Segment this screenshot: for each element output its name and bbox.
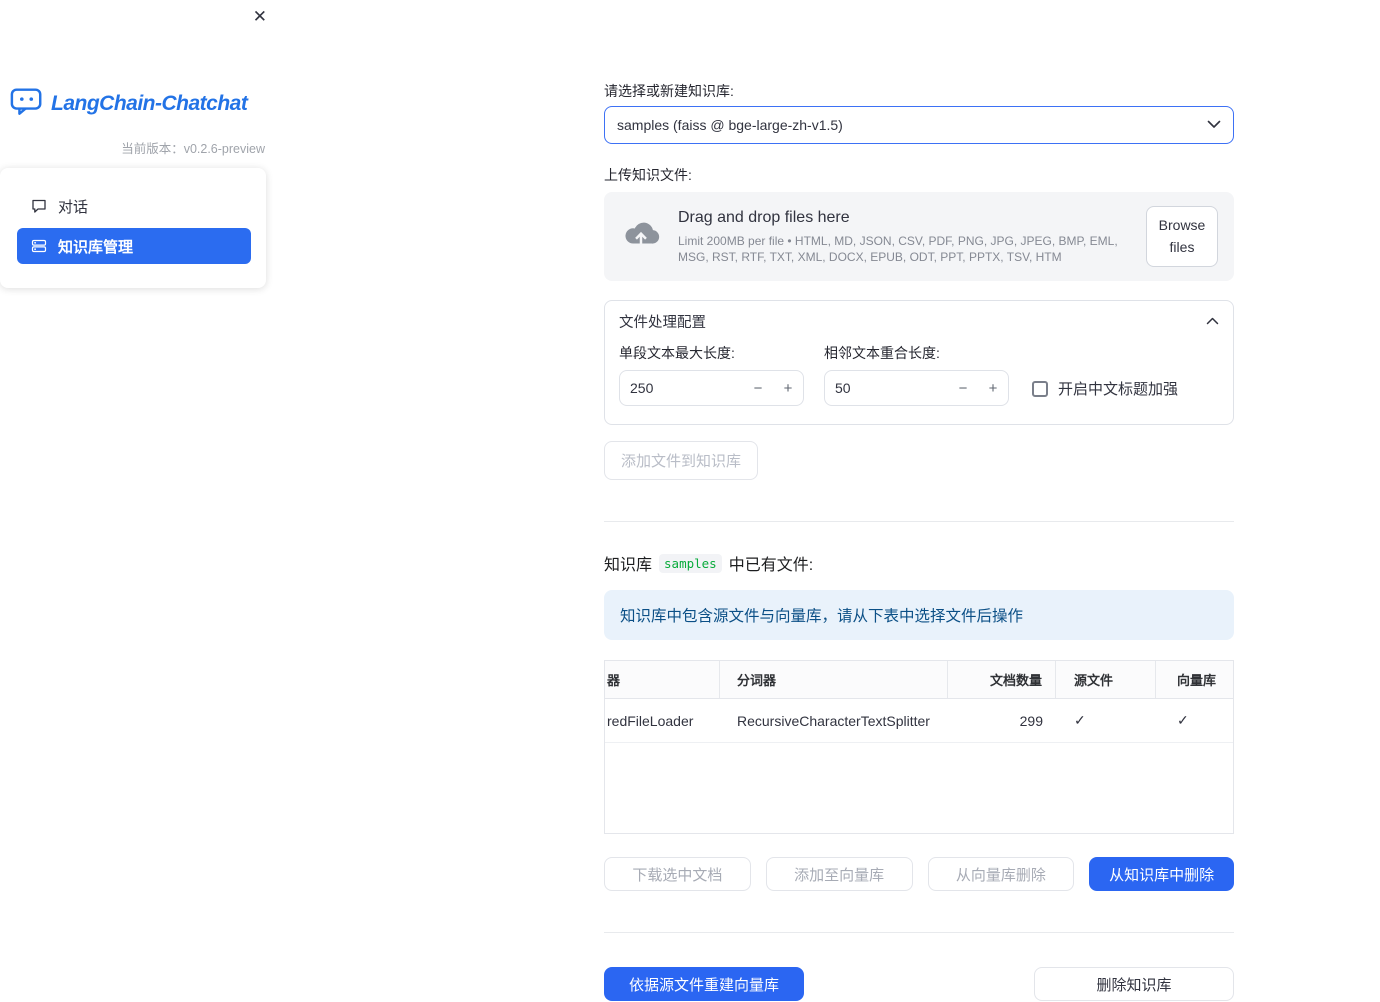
upload-label: 上传知识文件: — [604, 167, 692, 183]
max-length-value[interactable] — [620, 380, 743, 397]
column-header-docs-count[interactable]: 文档数量 — [948, 661, 1056, 699]
chevron-down-icon — [1207, 116, 1221, 134]
decrement-button[interactable]: − — [948, 380, 978, 397]
cell-splitter: RecursiveCharacterTextSplitter — [737, 712, 930, 729]
kb-action-buttons: 依据源文件重建向量库 删除知识库 — [604, 967, 1234, 1002]
column-header-splitter[interactable]: 分词器 — [720, 661, 948, 699]
cell-vector-check: ✓ — [1177, 712, 1189, 729]
dropzone-text: Drag and drop files here Limit 200MB per… — [678, 209, 1134, 265]
max-length-label: 单段文本最大长度: — [619, 345, 735, 362]
max-length-input: − + — [619, 370, 804, 407]
rebuild-vector-button[interactable]: 依据源文件重建向量库 — [604, 967, 804, 1002]
file-dropzone[interactable]: Drag and drop files here Limit 200MB per… — [604, 192, 1234, 282]
kb-select-label: 请选择或新建知识库: — [604, 83, 734, 99]
expander-header[interactable]: 文件处理配置 — [605, 301, 1233, 341]
sidebar-close-icon[interactable]: ✕ — [253, 8, 267, 25]
cloud-upload-icon — [620, 218, 662, 255]
existing-files-heading: 知识库 samples 中已有文件: — [604, 553, 814, 575]
main-area: 请选择或新建知识库: samples (faiss @ bge-large-zh… — [280, 0, 1380, 1002]
expander-body: 单段文本最大长度: − + 相邻文本重合长度: − + — [605, 341, 1233, 424]
column-header-source-file[interactable]: 源文件 — [1056, 661, 1156, 699]
cell-source-check: ✓ — [1074, 712, 1086, 729]
column-header-vector-store[interactable]: 向量库 — [1156, 661, 1233, 698]
max-length-group: 单段文本最大长度: − + — [619, 345, 804, 407]
files-table: 器 分词器 文档数量 源文件 向量库 redFileLoader Recursi… — [604, 660, 1234, 835]
cell-docs-count: 299 — [1019, 712, 1043, 729]
decrement-button[interactable]: − — [743, 380, 773, 397]
chat-logo-icon — [10, 86, 44, 121]
divider — [604, 521, 1234, 523]
sidebar-menu: 对话 知识库管理 — [0, 168, 266, 288]
download-selected-button[interactable]: 下载选中文档 — [604, 857, 751, 892]
delete-from-vector-button[interactable]: 从向量库删除 — [927, 857, 1075, 892]
column-header-loader[interactable]: 器 — [605, 661, 720, 699]
overlap-input: − + — [824, 370, 1009, 407]
checkbox-label: 开启中文标题加强 — [1058, 381, 1179, 399]
overlap-label: 相邻文本重合长度: — [824, 345, 940, 362]
checkbox-box[interactable] — [1032, 380, 1048, 397]
delete-from-kb-button[interactable]: 从知识库中删除 — [1089, 857, 1234, 892]
logo-title: LangChain-Chatchat — [51, 91, 248, 115]
chevron-up-icon — [1206, 312, 1219, 330]
menu-item-label: 对话 — [58, 198, 89, 216]
increment-button[interactable]: + — [773, 380, 803, 397]
menu-item-dialogue[interactable]: 对话 — [17, 188, 251, 224]
file-action-buttons: 下载选中文档 添加至向量库 从向量库删除 从知识库中删除 — [604, 857, 1234, 892]
browse-files-button[interactable]: Browse files — [1146, 206, 1218, 268]
overlap-value[interactable] — [825, 380, 948, 397]
menu-item-knowledge-base[interactable]: 知识库管理 — [17, 228, 251, 264]
kb-stack-icon — [31, 238, 47, 254]
kb-selected-value: samples (faiss @ bge-large-zh-v1.5) — [617, 117, 843, 133]
delete-kb-button[interactable]: 删除知识库 — [1034, 967, 1234, 1002]
add-to-vector-button[interactable]: 添加至向量库 — [765, 857, 913, 892]
expander-title: 文件处理配置 — [619, 314, 706, 331]
app-window: ✕ LangChain-Chatchat 当前版本：v0.2.6-preview — [0, 0, 1380, 1002]
menu-item-label: 知识库管理 — [58, 238, 134, 256]
add-files-button[interactable]: 添加文件到知识库 — [604, 441, 759, 481]
overlap-group: 相邻文本重合长度: − + — [824, 345, 1009, 407]
version-label: 当前版本：v0.2.6-preview — [121, 142, 265, 156]
dropzone-limit: Limit 200MB per file • HTML, MD, JSON, C… — [678, 233, 1118, 264]
divider — [604, 932, 1234, 934]
kb-name-code: samples — [659, 553, 722, 573]
table-row[interactable]: redFileLoader RecursiveCharacterTextSpli… — [605, 699, 1233, 744]
increment-button[interactable]: + — [978, 380, 1008, 397]
dropzone-title: Drag and drop files here — [678, 208, 850, 226]
kb-selectbox[interactable]: samples (faiss @ bge-large-zh-v1.5) — [604, 106, 1234, 144]
info-banner: 知识库中包含源文件与向量库，请从下表中选择文件后操作 — [604, 590, 1234, 641]
cell-loader: redFileLoader — [607, 712, 694, 729]
table-header: 器 分词器 文档数量 源文件 向量库 — [605, 661, 1233, 700]
sidebar: ✕ LangChain-Chatchat 当前版本：v0.2.6-preview — [0, 0, 280, 1002]
chinese-title-checkbox[interactable]: 开启中文标题加强 — [1032, 378, 1178, 399]
app-logo: LangChain-Chatchat — [10, 86, 268, 121]
file-config-expander: 文件处理配置 单段文本最大长度: − + — [604, 300, 1234, 426]
chat-icon — [31, 198, 47, 214]
